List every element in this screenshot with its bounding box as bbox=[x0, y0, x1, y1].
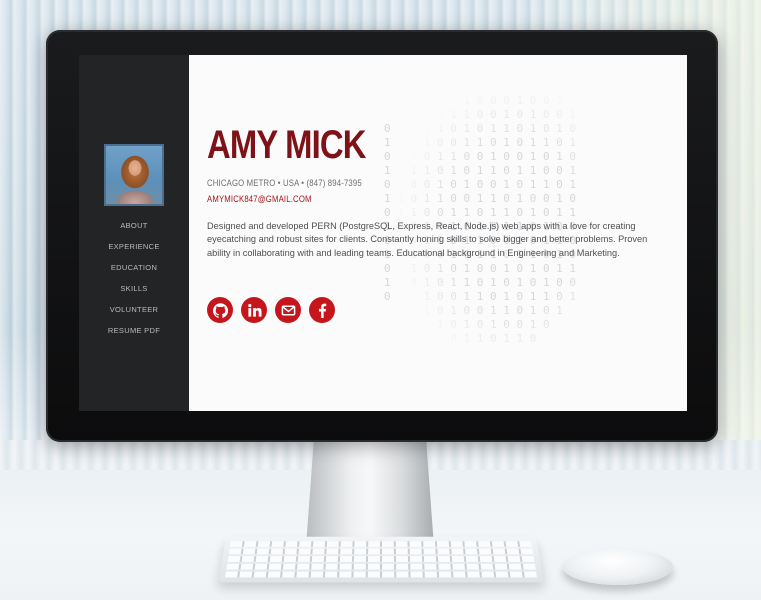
nav-item-experience[interactable]: EXPERIENCE bbox=[79, 236, 189, 257]
sidebar-nav: ABOUT EXPERIENCE EDUCATION SKILLS VOLUNT… bbox=[79, 215, 189, 341]
contact-location-phone: CHICAGO METRO • USA • (847) 894-7395 bbox=[207, 178, 362, 188]
nav-item-skills[interactable]: SKILLS bbox=[79, 278, 189, 299]
nav-item-education[interactable]: EDUCATION bbox=[79, 257, 189, 278]
linkedin-icon bbox=[247, 303, 262, 317]
monitor-screen: ABOUT EXPERIENCE EDUCATION SKILLS VOLUNT… bbox=[79, 55, 687, 411]
bio-text: Designed and developed PERN (PostgreSQL,… bbox=[207, 221, 648, 258]
profile-name: AMY MICK bbox=[207, 123, 366, 167]
facebook-button[interactable] bbox=[309, 297, 335, 323]
nav-item-volunteer[interactable]: VOLUNTEER bbox=[79, 299, 189, 320]
nav-item-about[interactable]: ABOUT bbox=[79, 215, 189, 236]
mouse bbox=[563, 549, 673, 585]
email-link[interactable]: AMYMICK847@GMAIL.COM bbox=[207, 194, 312, 204]
linkedin-button[interactable] bbox=[241, 297, 267, 323]
github-button[interactable] bbox=[207, 297, 233, 323]
main-content: 0 1 1 0 0 0 1 0 0 1 1 0 1 1 0 1 0 1 1 0 … bbox=[189, 55, 687, 411]
monitor: ABOUT EXPERIENCE EDUCATION SKILLS VOLUNT… bbox=[46, 30, 718, 442]
sidebar: ABOUT EXPERIENCE EDUCATION SKILLS VOLUNT… bbox=[79, 55, 189, 411]
monitor-stand bbox=[306, 442, 434, 547]
nav-item-resume-pdf[interactable]: RESUME PDF bbox=[79, 320, 189, 341]
email-icon bbox=[281, 305, 295, 315]
facebook-icon bbox=[318, 303, 326, 318]
avatar bbox=[104, 144, 164, 206]
email-button[interactable] bbox=[275, 297, 301, 323]
social-links bbox=[207, 297, 335, 323]
github-icon bbox=[212, 302, 228, 318]
keyboard-keys bbox=[224, 541, 538, 578]
keyboard bbox=[217, 536, 545, 583]
